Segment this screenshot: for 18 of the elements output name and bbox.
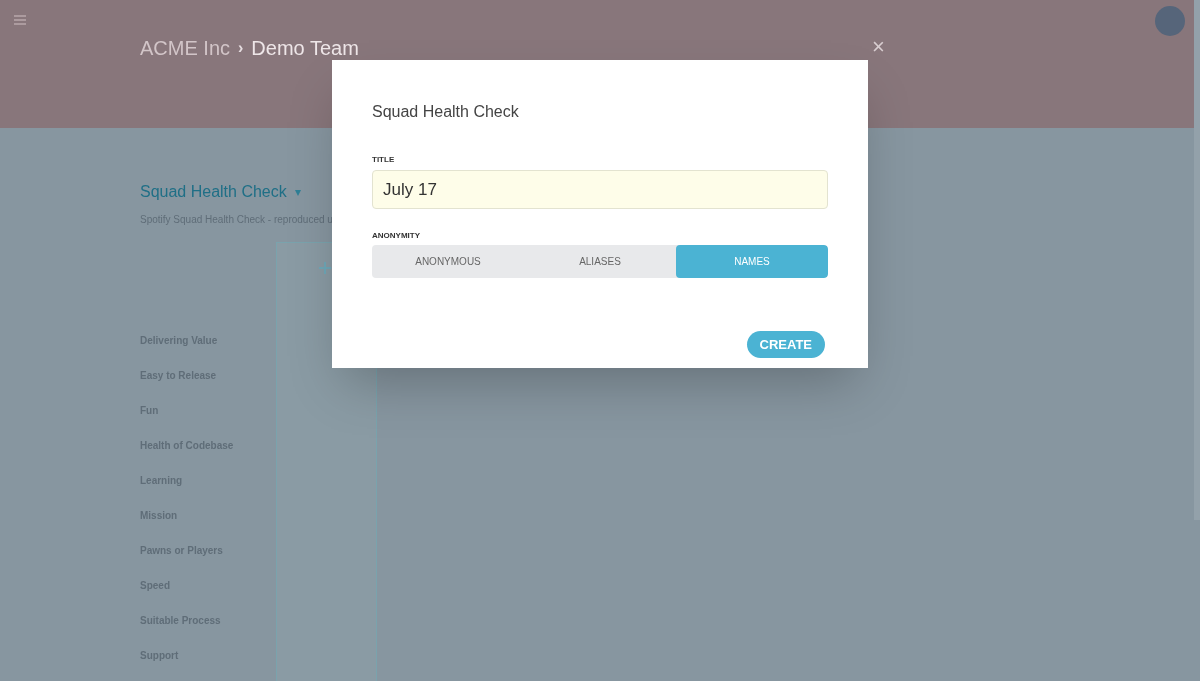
organization-name: ACME Inc (140, 36, 231, 60)
title-input[interactable]: July 17 (372, 170, 828, 209)
menu-icon[interactable] (14, 15, 26, 25)
field-label: ANONYMITY (372, 230, 421, 242)
caret-icon[interactable]: ▾ (294, 183, 301, 201)
create-button[interactable]: CREATE (746, 331, 825, 358)
anonymity-option[interactable]: NAMES (676, 245, 828, 278)
avatar[interactable] (1155, 6, 1185, 36)
breadcrumb-separator: › (238, 38, 244, 58)
field-label: TITLE (372, 154, 396, 166)
page-title: Squad Health Check (140, 182, 287, 202)
plus-icon[interactable] (319, 262, 331, 274)
team-name: Demo Team (251, 36, 359, 60)
anonymity-option[interactable]: ANONYMOUS (372, 245, 524, 278)
anonymity-option[interactable]: ALIASES (524, 245, 676, 278)
dialog-title: Squad Health Check (372, 102, 520, 122)
close-button[interactable]: × (872, 36, 885, 58)
scrollbar[interactable] (1194, 0, 1200, 520)
